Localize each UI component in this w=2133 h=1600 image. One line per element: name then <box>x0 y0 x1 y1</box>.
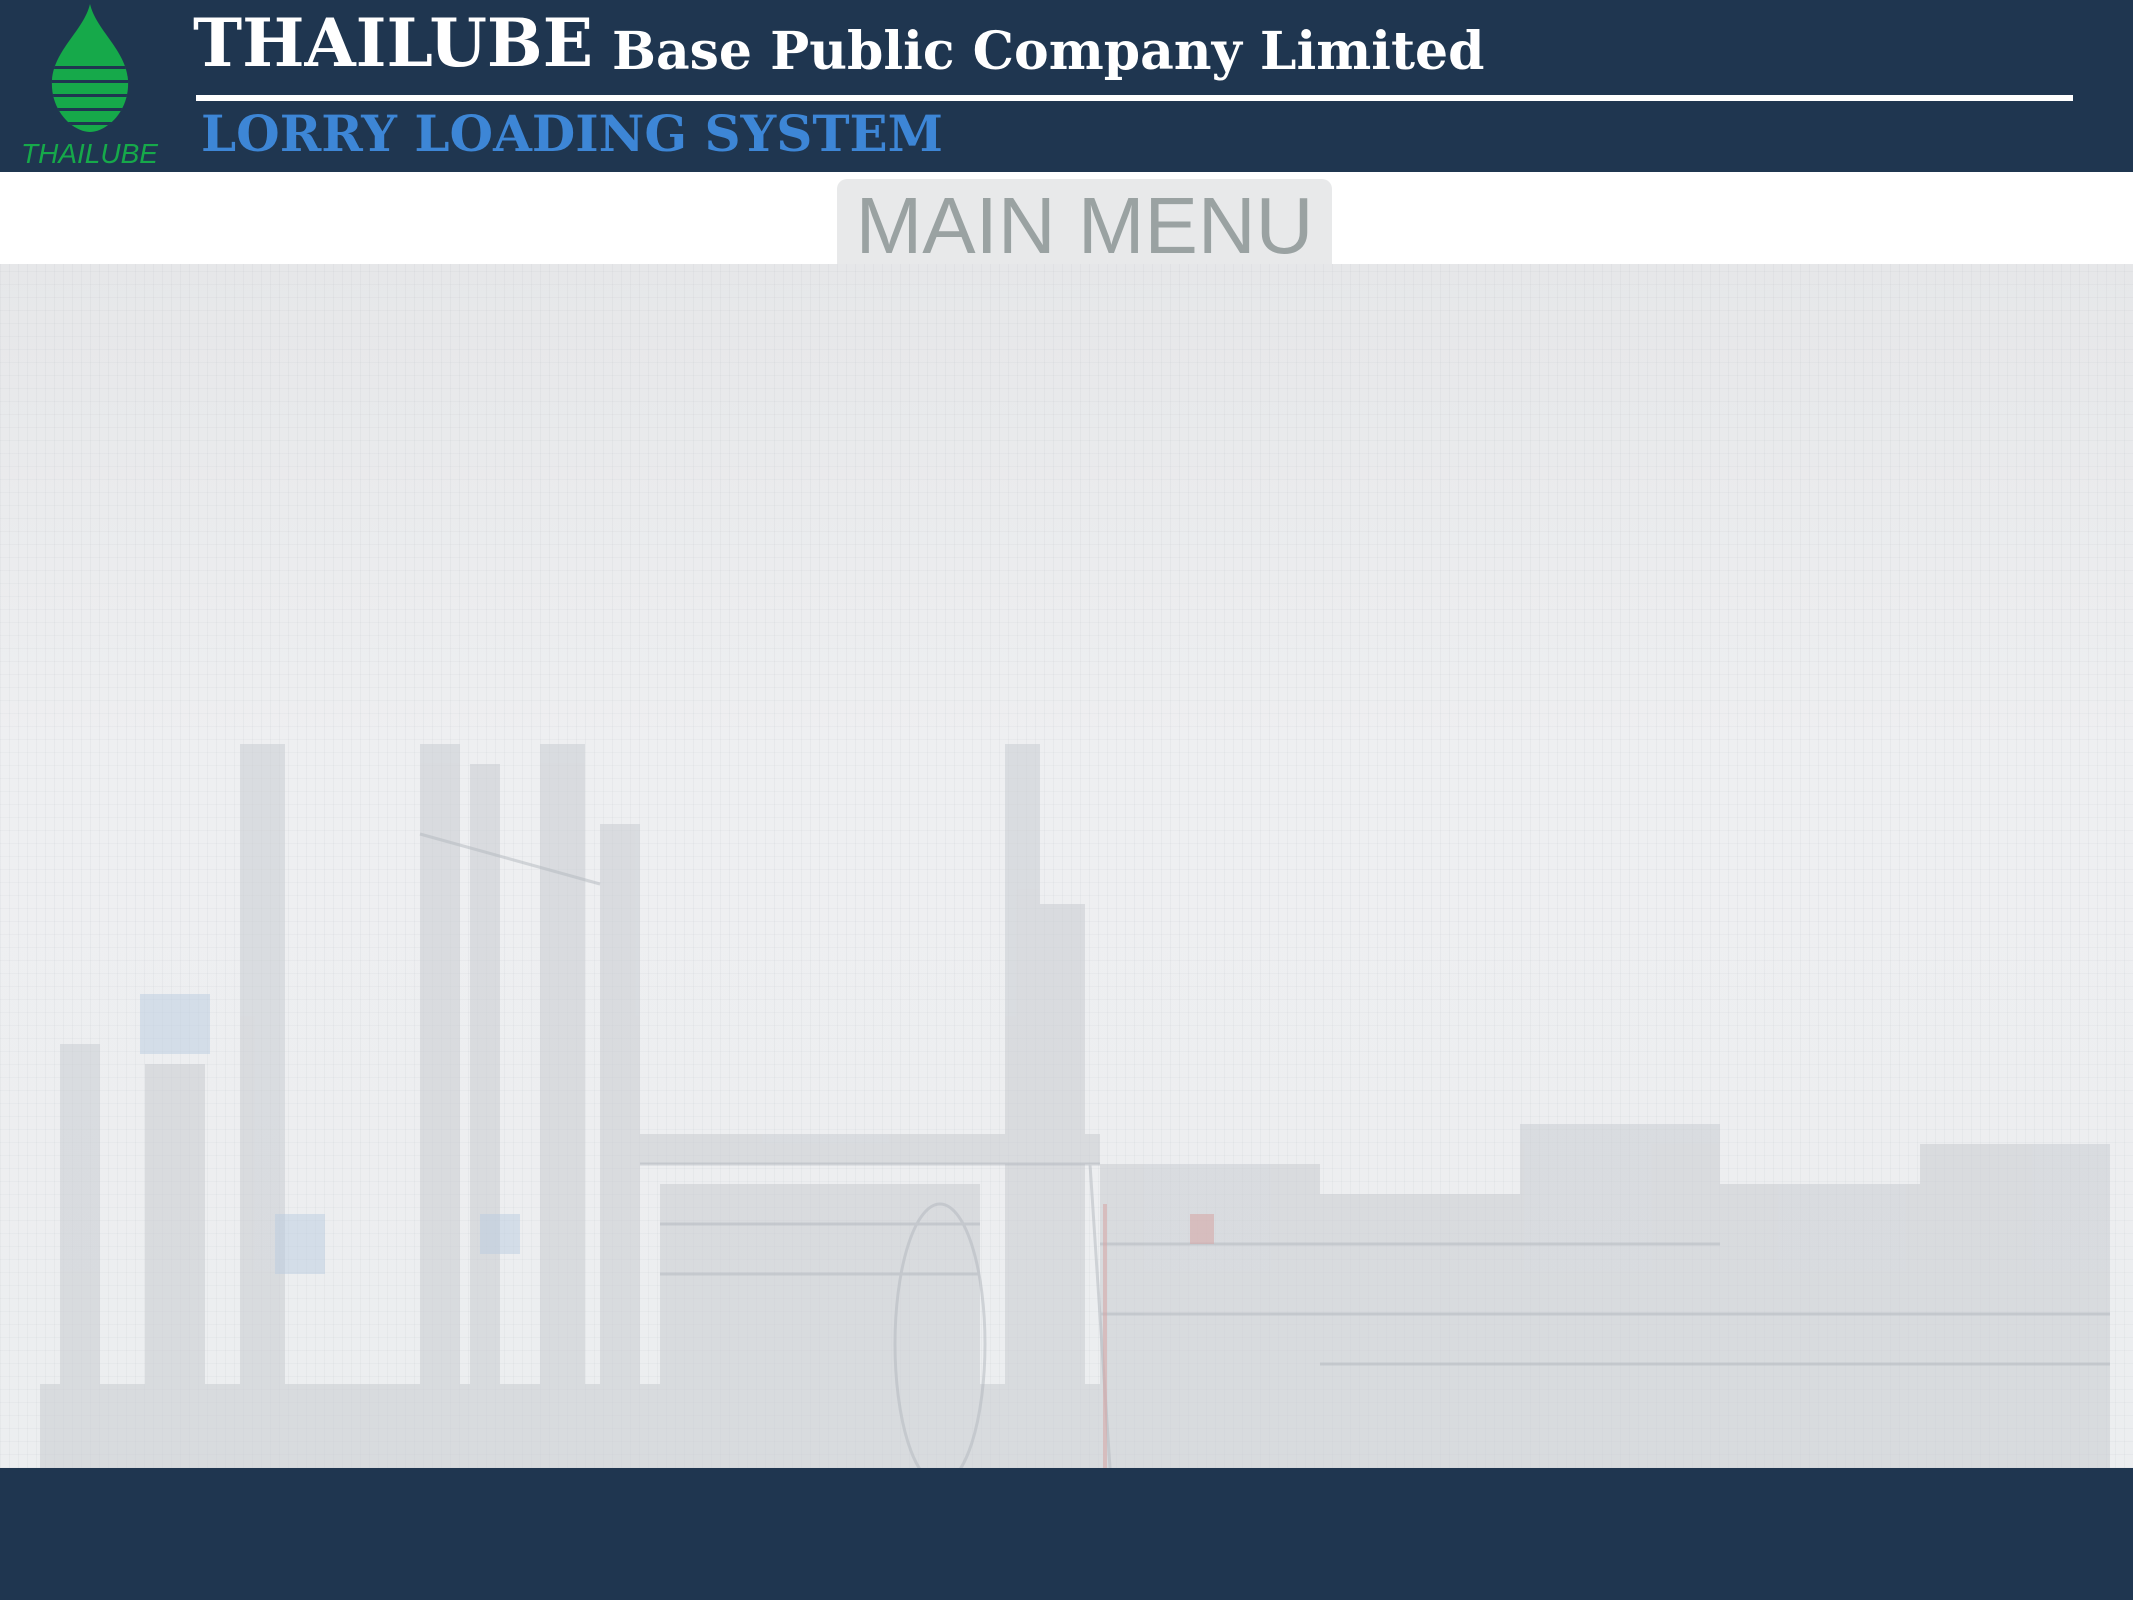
company-brand-name: THAILUBE <box>193 4 593 82</box>
system-title: LORRY LOADING SYSTEM <box>201 104 944 163</box>
refinery-illustration <box>40 744 2110 1468</box>
app-window: THAILUBE THAILUBE Base Public Company Li… <box>0 0 2133 1600</box>
main-content-area <box>0 264 2133 1468</box>
tab-main-menu-label: MAIN MENU <box>855 181 1314 270</box>
header-divider <box>196 95 2073 101</box>
logo-wordmark: THAILUBE <box>21 138 158 169</box>
company-name-suffix: Base Public Company Limited <box>612 21 1485 82</box>
tab-main-menu[interactable]: MAIN MENU <box>837 179 1332 270</box>
header-banner: THAILUBE THAILUBE Base Public Company Li… <box>0 0 2133 172</box>
footer-bar <box>0 1468 2133 1600</box>
